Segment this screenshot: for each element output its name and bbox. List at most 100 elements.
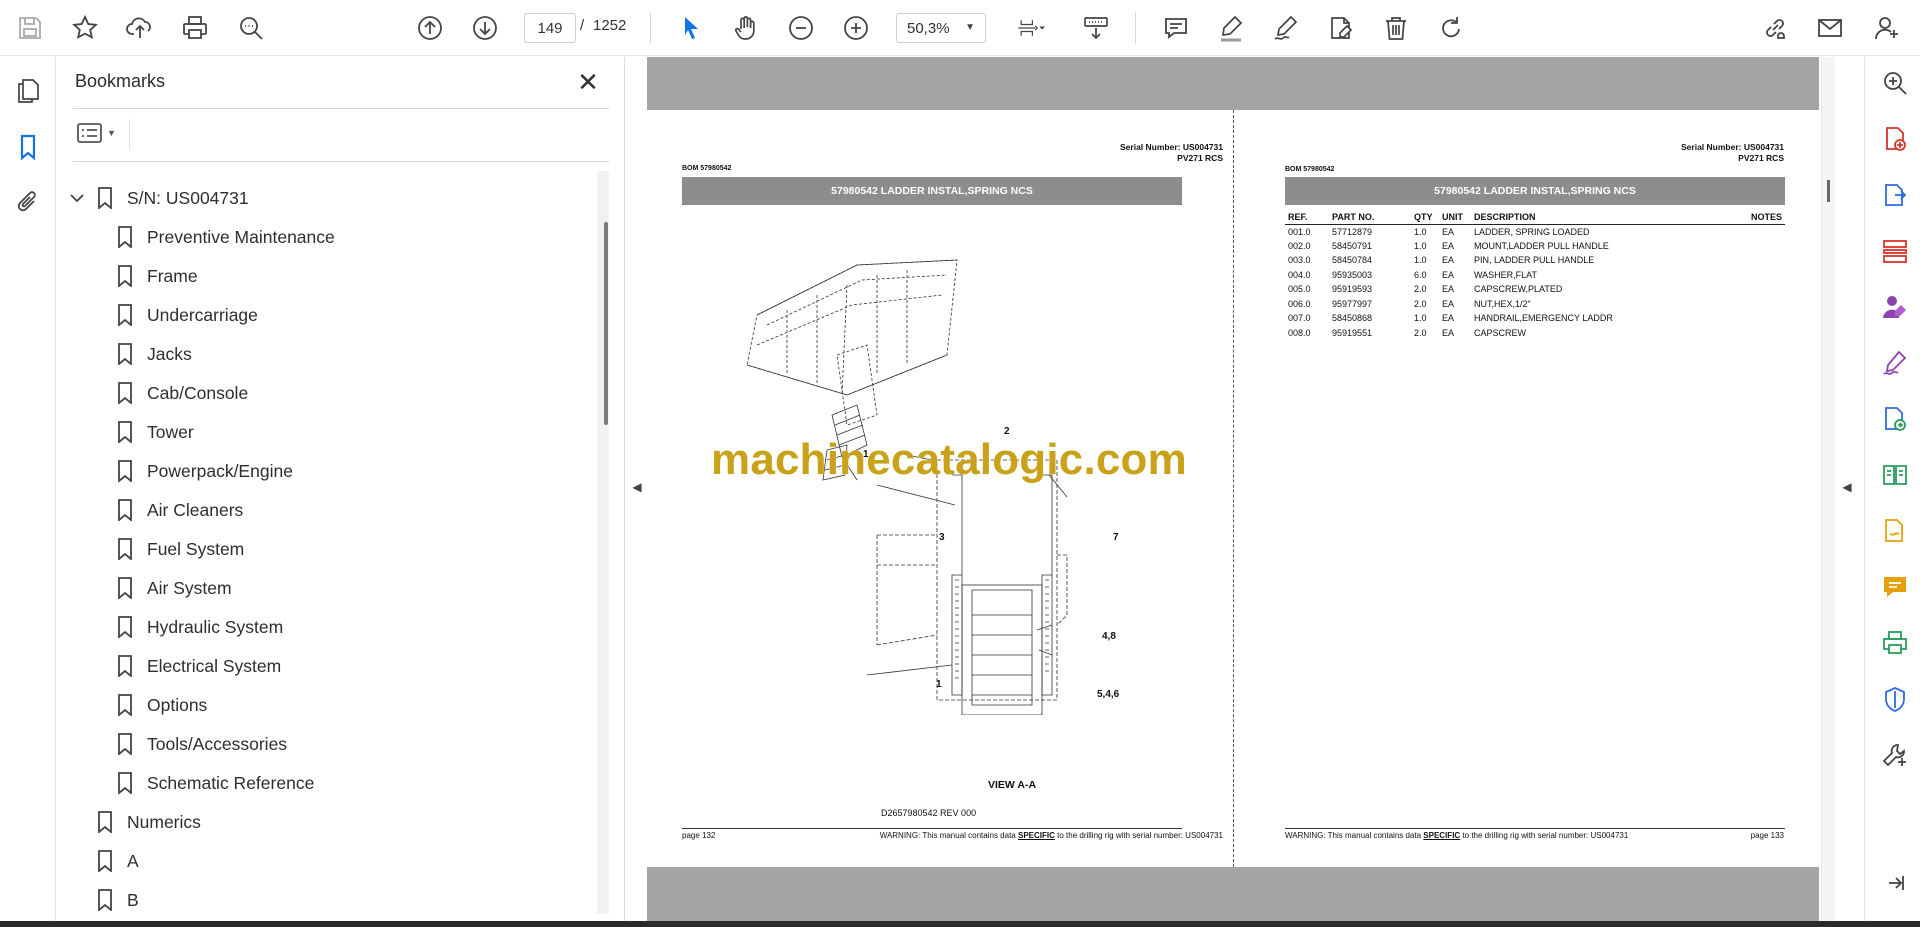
bookmark-item[interactable]: Schematic Reference <box>117 766 314 800</box>
table-cell <box>1721 282 1785 297</box>
table-row: 006.0 95977997 2.0 EA NUT,HEX,1/2" <box>1285 297 1785 312</box>
bookmark-icon <box>118 460 132 482</box>
scroll-mode-icon[interactable] <box>1078 10 1114 46</box>
zoom-out-icon[interactable] <box>783 10 819 46</box>
panel-divider <box>73 108 609 109</box>
mail-icon[interactable] <box>1812 10 1848 46</box>
bookmark-item[interactable]: Jacks <box>117 337 192 371</box>
table-cell: 58450868 <box>1332 313 1373 324</box>
prev-page-icon[interactable] <box>412 10 448 46</box>
page-footer-warning: WARNING: This manual contains data SPECI… <box>880 831 1223 840</box>
attachments-icon[interactable] <box>10 185 46 221</box>
collapse-chevron-icon[interactable] <box>67 188 87 208</box>
document-scroll-thumb[interactable] <box>1827 180 1830 202</box>
bookmark-item[interactable]: Options <box>117 688 207 722</box>
parts-table: REF. PART NO. QTY UNIT DESCRIPTION NOTES… <box>1285 210 1785 340</box>
column-header: UNIT <box>1439 210 1471 225</box>
zoom-in-icon[interactable] <box>838 10 874 46</box>
print-production-icon[interactable] <box>1879 627 1911 659</box>
upload-icon[interactable] <box>122 10 158 46</box>
print-icon[interactable] <box>177 10 213 46</box>
bookmark-item[interactable]: B <box>97 883 139 914</box>
sign-icon[interactable] <box>1268 10 1304 46</box>
table-cell: EA <box>1442 313 1455 324</box>
bookmark-item[interactable]: Air System <box>117 571 232 605</box>
page-footer-warning: WARNING: This manual contains data SPECI… <box>1285 831 1628 840</box>
organize-pages-icon[interactable] <box>1879 235 1911 267</box>
hand-icon[interactable] <box>728 10 764 46</box>
bookmark-label: Fuel System <box>147 538 245 559</box>
collapse-panel-icon[interactable] <box>1879 867 1911 899</box>
select-cursor-icon[interactable] <box>673 10 709 46</box>
table-cell: 001.0 <box>1288 226 1311 237</box>
bookmark-item[interactable]: Powerpack/Engine <box>117 454 293 488</box>
bookmark-label: Frame <box>147 265 198 286</box>
bookmark-item[interactable]: Tower <box>117 415 194 449</box>
table-cell: 1.0 <box>1414 255 1427 266</box>
bookmark-label: Powerpack/Engine <box>147 460 293 481</box>
fill-sign-icon[interactable] <box>1323 10 1359 46</box>
toolbar-divider <box>650 12 651 44</box>
footer-rule <box>1285 828 1785 829</box>
highlight-icon[interactable] <box>1213 10 1249 46</box>
star-icon[interactable] <box>67 10 103 46</box>
bookmark-item[interactable]: Electrical System <box>117 649 281 683</box>
table-cell: PIN, LADDER PULL HANDLE <box>1474 255 1595 266</box>
page-fit-icon[interactable] <box>1007 10 1055 46</box>
more-tools-icon[interactable] <box>1879 739 1911 771</box>
bookmark-root[interactable]: S/N: US004731 <box>97 181 249 215</box>
page-separator: / <box>580 17 585 34</box>
bookmarks-scroll-thumb[interactable] <box>604 222 608 425</box>
delete-icon[interactable] <box>1378 10 1414 46</box>
table-cell <box>1721 311 1785 326</box>
share-link-icon[interactable] <box>1757 10 1793 46</box>
close-icon[interactable]: ✕ <box>573 67 603 97</box>
protect-icon[interactable] <box>1879 683 1911 715</box>
bookmark-options-button[interactable]: ▼ <box>73 117 119 149</box>
bookmark-item[interactable]: Numerics <box>97 805 201 839</box>
drawing-callout: 1 <box>936 679 942 690</box>
column-header: PART NO. <box>1329 210 1411 225</box>
comment-icon[interactable] <box>1158 10 1194 46</box>
left-navigation-rail <box>0 57 56 923</box>
fill-sign-icon[interactable] <box>1879 347 1911 379</box>
table-cell: 95919551 <box>1332 327 1373 338</box>
bookmark-item[interactable]: Frame <box>117 259 198 293</box>
collapse-right-panel-icon[interactable]: ◀ <box>1836 470 1858 504</box>
bookmark-icon <box>118 538 132 560</box>
edit-pdf-icon[interactable] <box>1879 291 1911 323</box>
table-cell: EA <box>1442 226 1455 237</box>
bookmark-item[interactable]: Cab/Console <box>117 376 248 410</box>
table-cell <box>1721 224 1785 239</box>
bookmark-icon <box>118 499 132 521</box>
bookmark-label: Numerics <box>127 811 201 832</box>
page-thumbnails-icon[interactable] <box>10 73 46 109</box>
bookmark-item[interactable]: Fuel System <box>117 532 244 566</box>
bookmark-item[interactable]: Preventive Maintenance <box>117 220 335 254</box>
bookmark-item[interactable]: Hydraulic System <box>117 610 283 644</box>
bookmark-panel-icon[interactable] <box>10 129 46 165</box>
collapse-left-panel-icon[interactable]: ◀ <box>626 470 648 504</box>
next-page-icon[interactable] <box>467 10 503 46</box>
rotate-icon[interactable] <box>1433 10 1469 46</box>
save-icon[interactable] <box>12 10 48 46</box>
account-icon[interactable] <box>1869 10 1905 46</box>
bookmark-item[interactable]: Undercarriage <box>117 298 258 332</box>
bookmark-item[interactable]: Air Cleaners <box>117 493 243 527</box>
bookmark-item[interactable]: Tools/Accessories <box>117 727 287 761</box>
export-pdf-icon[interactable] <box>1879 179 1911 211</box>
bookmark-item[interactable]: A <box>97 844 139 878</box>
zoom-dropdown[interactable]: 50,3% ▼ <box>896 13 986 43</box>
request-signature-icon[interactable] <box>1879 515 1911 547</box>
comment-tool-icon[interactable] <box>1879 571 1911 603</box>
compare-icon[interactable] <box>1879 459 1911 491</box>
table-cell: 002.0 <box>1288 240 1311 251</box>
create-pdf-icon[interactable] <box>1879 123 1911 155</box>
send-for-review-icon[interactable] <box>1879 403 1911 435</box>
table-row: 002.0 58450791 1.0 EA MOUNT,LADDER PULL HAND… <box>1285 239 1785 254</box>
zoom-tool-icon[interactable] <box>1879 67 1911 99</box>
find-icon[interactable] <box>233 10 269 46</box>
bookmarks-panel: Bookmarks ✕ ▼ S/N: US004731 Preventive M… <box>57 57 625 923</box>
column-header: REF. <box>1285 210 1329 225</box>
page-number-input[interactable] <box>524 13 576 43</box>
